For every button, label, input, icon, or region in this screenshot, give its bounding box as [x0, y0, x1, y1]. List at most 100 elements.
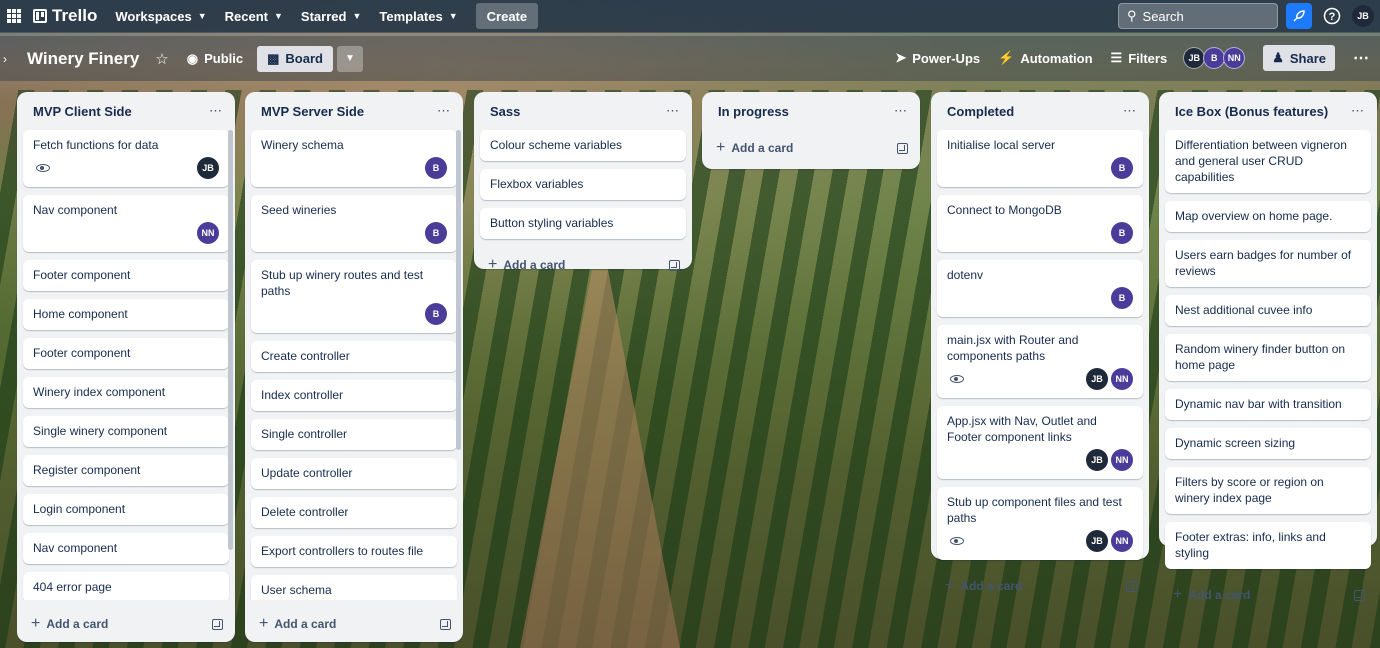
list-header[interactable]: Completed ⋯: [931, 92, 1149, 130]
card[interactable]: Create controller: [251, 341, 457, 372]
help-icon[interactable]: ?: [1320, 4, 1344, 28]
more-options-icon[interactable]: ⋯: [1353, 48, 1370, 68]
card[interactable]: Winery index component: [23, 377, 229, 408]
card[interactable]: Connect to MongoDB B: [937, 195, 1143, 252]
user-avatar[interactable]: JB: [1352, 5, 1374, 27]
card[interactable]: App.jsx with Nav, Outlet and Footer comp…: [937, 406, 1143, 479]
member-avatar[interactable]: JB: [197, 157, 219, 179]
member-avatar[interactable]: NN: [1111, 530, 1133, 552]
card[interactable]: Footer component: [23, 260, 229, 291]
card[interactable]: Single controller: [251, 419, 457, 450]
card[interactable]: Dynamic screen sizing: [1165, 428, 1371, 459]
card[interactable]: Winery schema B: [251, 130, 457, 187]
card[interactable]: Random winery finder button on home page: [1165, 334, 1371, 381]
card-template-icon[interactable]: [669, 259, 680, 271]
card[interactable]: User schema: [251, 575, 457, 600]
add-card-button[interactable]: + Add a card: [488, 256, 565, 274]
card[interactable]: Filters by score or region on winery ind…: [1165, 467, 1371, 514]
list-menu-icon[interactable]: ⋯: [666, 103, 680, 119]
card[interactable]: Login component: [23, 494, 229, 525]
star-icon[interactable]: ☆: [155, 50, 168, 68]
create-button[interactable]: Create: [475, 3, 539, 29]
card[interactable]: Colour scheme variables: [480, 130, 686, 161]
nav-templates[interactable]: Templates ▼: [379, 9, 457, 24]
member-avatar[interactable]: JB: [1086, 368, 1108, 390]
trello-logo[interactable]: Trello: [33, 6, 97, 26]
card[interactable]: Map overview on home page.: [1165, 201, 1371, 232]
list-menu-icon[interactable]: ⋯: [1351, 103, 1365, 119]
card-template-icon[interactable]: [212, 618, 223, 630]
add-card-button[interactable]: + Add a card: [945, 577, 1022, 595]
list-header[interactable]: Sass ⋯: [474, 92, 692, 130]
add-card-button[interactable]: + Add a card: [259, 615, 336, 633]
member-avatar[interactable]: B: [1203, 47, 1226, 69]
card[interactable]: Nest additional cuvee info: [1165, 295, 1371, 326]
card[interactable]: Seed wineries B: [251, 195, 457, 252]
board-title[interactable]: Winery Finery: [27, 49, 139, 69]
sidebar-toggle-icon[interactable]: ›: [3, 52, 15, 66]
member-avatar[interactable]: B: [1111, 222, 1133, 244]
card[interactable]: Flexbox variables: [480, 169, 686, 200]
member-avatar[interactable]: NN: [1111, 368, 1133, 390]
board-view-button[interactable]: ▩ Board: [257, 45, 333, 72]
card[interactable]: Users earn badges for number of reviews: [1165, 240, 1371, 287]
member-avatar[interactable]: JB: [1086, 449, 1108, 471]
member-avatar[interactable]: B: [425, 157, 447, 179]
card[interactable]: Delete controller: [251, 497, 457, 528]
search-input[interactable]: ⚲ Search: [1118, 3, 1278, 29]
card[interactable]: Stub up winery routes and test paths B: [251, 260, 457, 333]
add-card-button[interactable]: + Add a card: [1173, 586, 1250, 604]
add-card-button[interactable]: + Add a card: [31, 615, 108, 633]
list-header[interactable]: MVP Client Side ⋯: [17, 92, 235, 130]
share-button[interactable]: ♟ Share: [1263, 45, 1335, 71]
list-header[interactable]: Ice Box (Bonus features) ⋯: [1159, 92, 1377, 130]
card[interactable]: dotenv B: [937, 260, 1143, 317]
member-avatar[interactable]: JB: [1086, 530, 1108, 552]
card[interactable]: Export controllers to routes file: [251, 536, 457, 567]
nav-workspaces[interactable]: Workspaces ▼: [115, 9, 206, 24]
filters-button[interactable]: ☰ Filters: [1111, 50, 1168, 66]
list-scrollbar[interactable]: [456, 130, 461, 450]
member-avatar[interactable]: B: [1111, 157, 1133, 179]
card[interactable]: Differentiation between vigneron and gen…: [1165, 130, 1371, 193]
list-menu-icon[interactable]: ⋯: [437, 103, 451, 119]
member-avatar[interactable]: NN: [1111, 449, 1133, 471]
card[interactable]: Nav component: [23, 533, 229, 564]
member-avatar[interactable]: NN: [197, 222, 219, 244]
member-avatar[interactable]: JB: [1183, 47, 1206, 69]
member-avatar[interactable]: B: [1111, 287, 1133, 309]
visibility-button[interactable]: ◉ Public: [187, 51, 243, 67]
list-menu-icon[interactable]: ⋯: [894, 103, 908, 119]
list-header[interactable]: MVP Server Side ⋯: [245, 92, 463, 130]
nav-recent[interactable]: Recent ▼: [225, 9, 283, 24]
card[interactable]: Footer component: [23, 338, 229, 369]
card-template-icon[interactable]: [440, 618, 451, 630]
card[interactable]: 404 error page: [23, 572, 229, 600]
card[interactable]: Initialise local server B: [937, 130, 1143, 187]
card-template-icon[interactable]: [1354, 589, 1365, 601]
card[interactable]: Button styling variables: [480, 208, 686, 239]
notifications-icon[interactable]: [1286, 3, 1312, 29]
card[interactable]: Fetch functions for data JB: [23, 130, 229, 187]
card[interactable]: Stub up component files and test paths JB…: [937, 487, 1143, 560]
member-avatar[interactable]: B: [425, 222, 447, 244]
member-avatar[interactable]: B: [425, 303, 447, 325]
chevron-down-icon[interactable]: ▼: [336, 45, 363, 72]
card-template-icon[interactable]: [1126, 580, 1137, 592]
card[interactable]: Footer extras: info, links and styling: [1165, 522, 1371, 569]
list-menu-icon[interactable]: ⋯: [209, 103, 223, 119]
card[interactable]: Update controller: [251, 458, 457, 489]
card[interactable]: Register component: [23, 455, 229, 486]
list-scrollbar[interactable]: [228, 130, 233, 550]
card[interactable]: main.jsx with Router and components path…: [937, 325, 1143, 398]
card-template-icon[interactable]: [897, 142, 908, 154]
list-menu-icon[interactable]: ⋯: [1123, 103, 1137, 119]
card[interactable]: Index controller: [251, 380, 457, 411]
automation-button[interactable]: ⚡ Automation: [998, 50, 1092, 66]
card[interactable]: Dynamic nav bar with transition: [1165, 389, 1371, 420]
card[interactable]: Single winery component: [23, 416, 229, 447]
member-avatar[interactable]: NN: [1223, 47, 1246, 69]
nav-starred[interactable]: Starred ▼: [301, 9, 361, 24]
add-card-button[interactable]: + Add a card: [716, 139, 793, 157]
card[interactable]: Home component: [23, 299, 229, 330]
